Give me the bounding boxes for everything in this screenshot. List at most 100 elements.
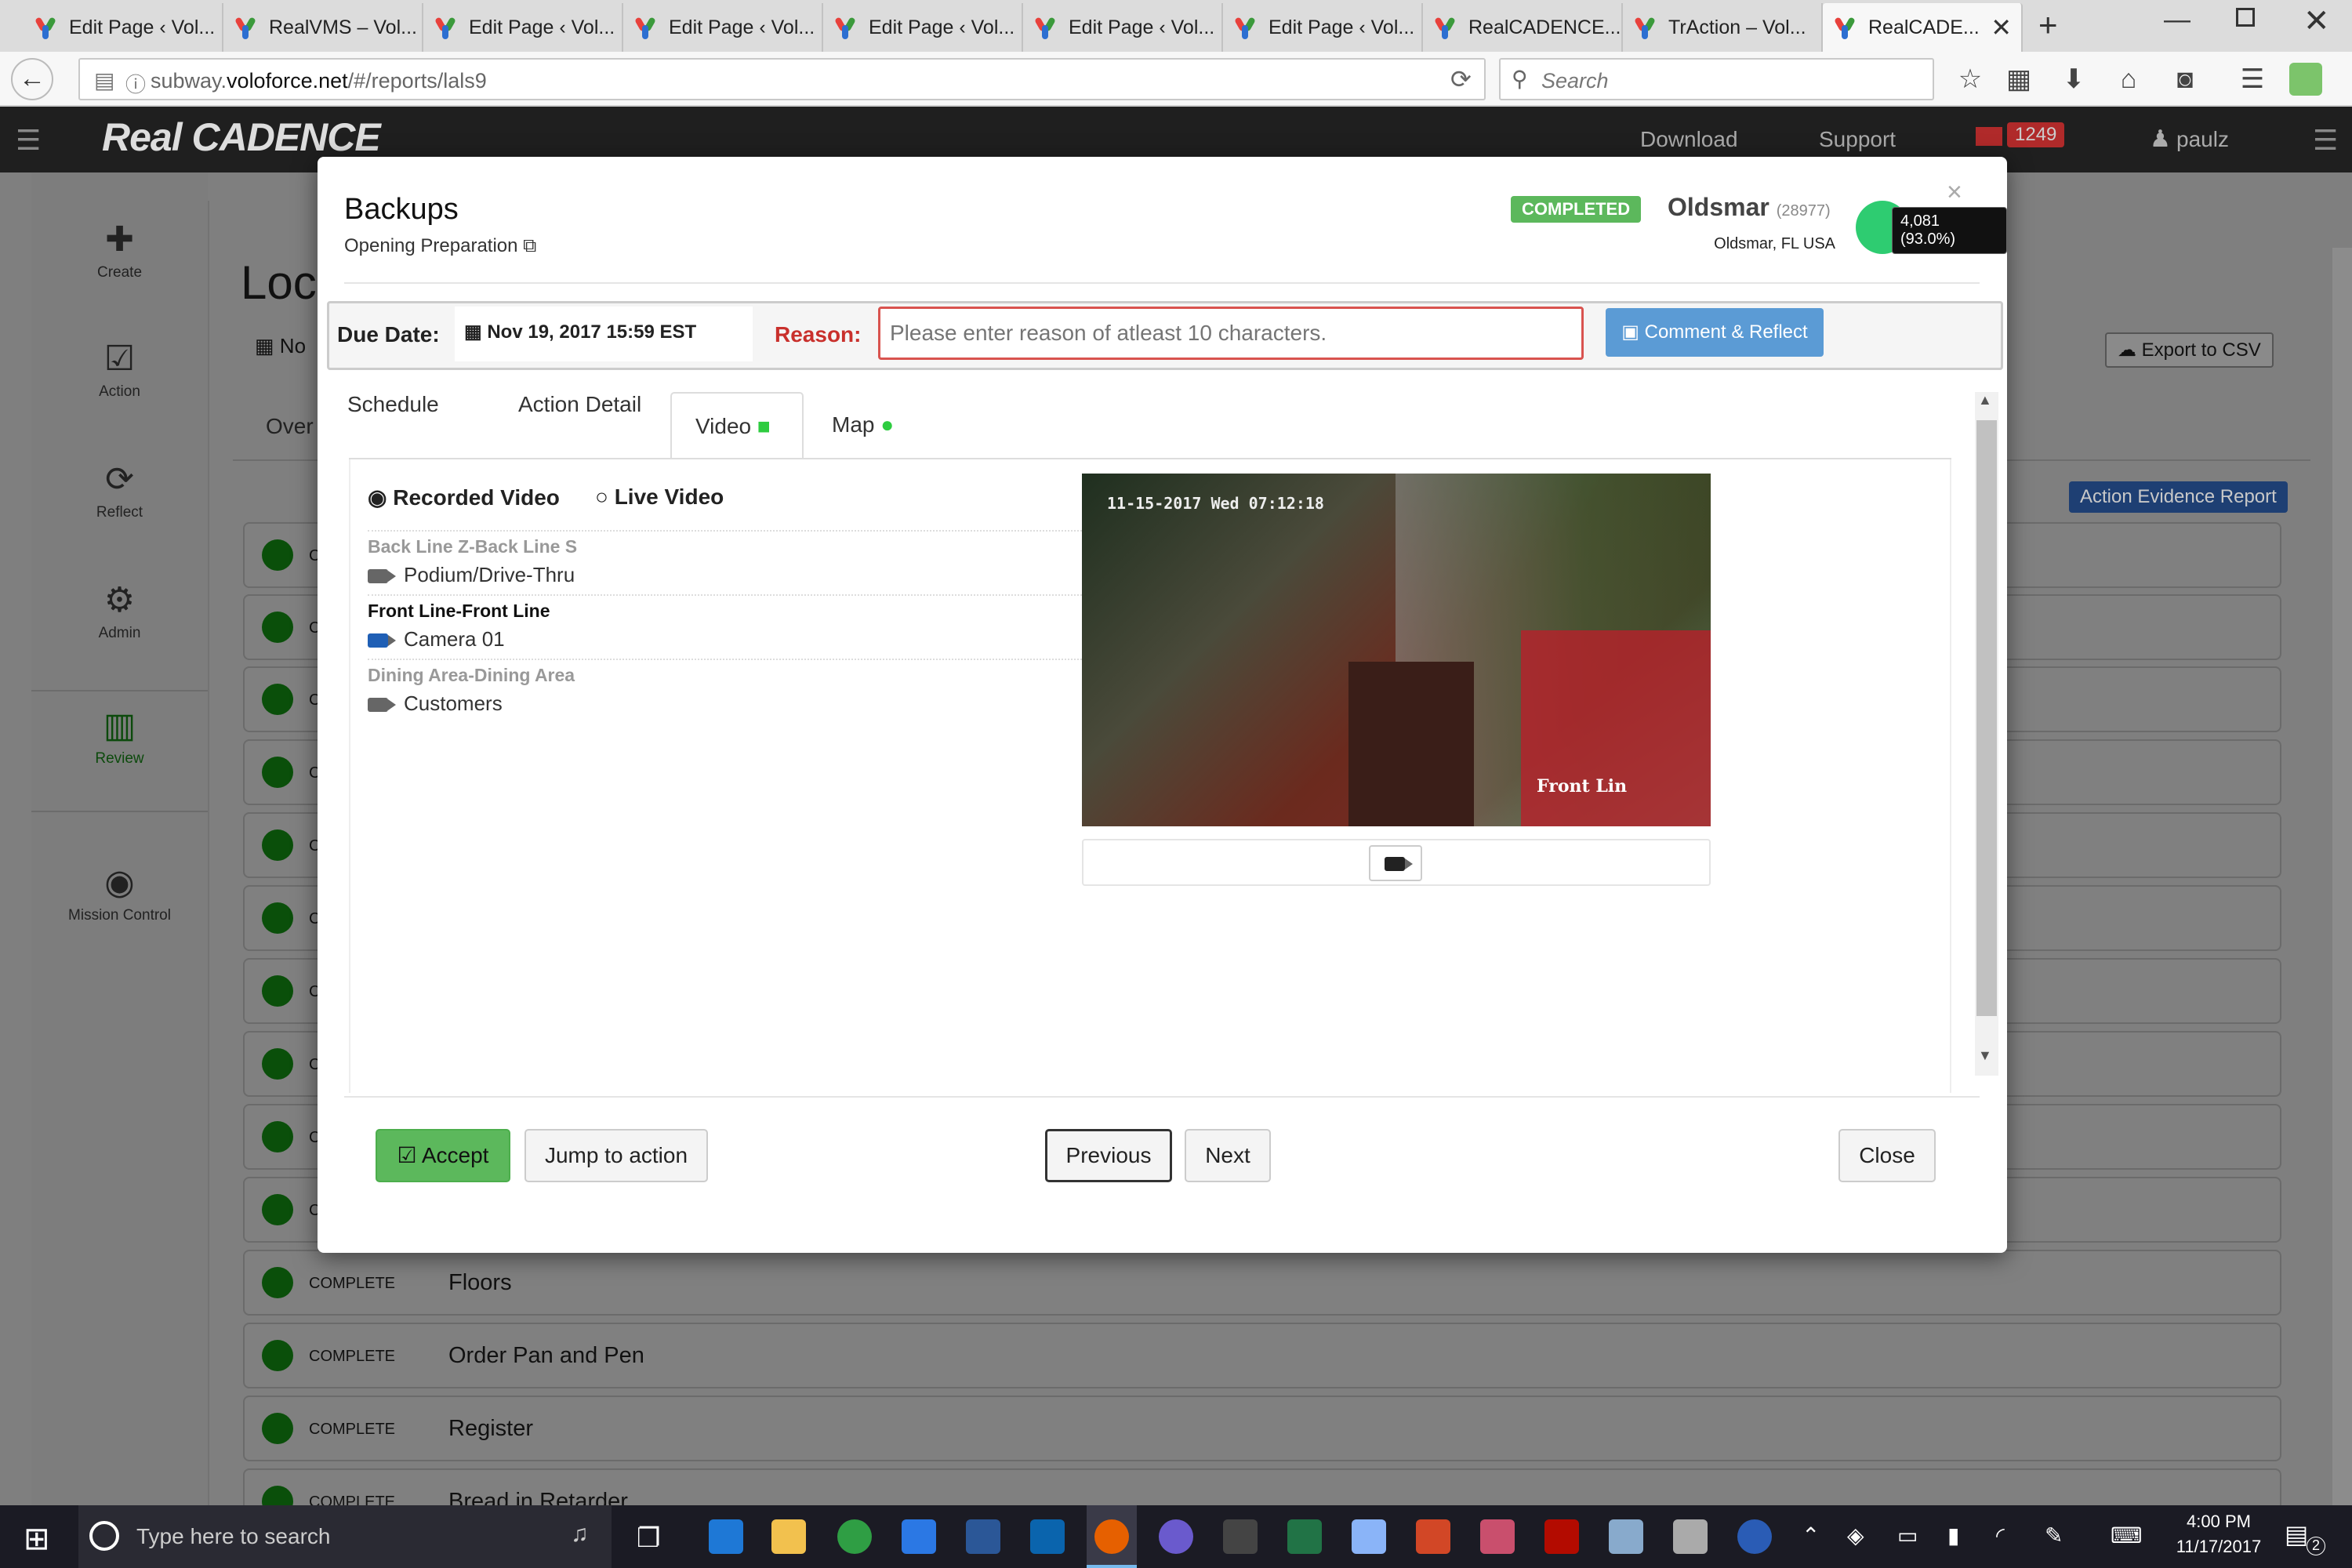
- browser-tab[interactable]: Edit Page ‹ Vol...: [823, 3, 1023, 52]
- action-evidence-report-button[interactable]: Action Evidence Report: [2069, 481, 2288, 513]
- modal-close-x[interactable]: ×: [1947, 177, 1962, 208]
- bookmark-star-icon[interactable]: ☆: [1951, 60, 1990, 99]
- word-icon[interactable]: [966, 1519, 1000, 1554]
- browser-tab[interactable]: Edit Page ‹ Vol...: [1223, 3, 1423, 52]
- app-icon[interactable]: [1609, 1519, 1643, 1554]
- browser-tab[interactable]: Edit Page ‹ Vol...: [1023, 3, 1223, 52]
- support-link[interactable]: Support: [1819, 127, 1896, 152]
- page-info-icon[interactable]: ▤: [94, 67, 114, 93]
- app-icon[interactable]: [1159, 1519, 1193, 1554]
- tray-icon[interactable]: ▭: [1897, 1523, 1918, 1548]
- tab-video[interactable]: Video ■: [670, 392, 804, 459]
- radio-recorded-video[interactable]: ◉ Recorded Video: [368, 485, 560, 510]
- browser-tab[interactable]: Edit Page ‹ Vol...: [423, 3, 623, 52]
- video-player[interactable]: 11-15-2017 Wed 07:12:18 Front Lin: [1082, 474, 1711, 826]
- acrobat-icon[interactable]: [1544, 1519, 1579, 1554]
- reload-icon[interactable]: ⟳: [1450, 64, 1472, 94]
- tab-action-detail[interactable]: Action Detail: [518, 392, 641, 417]
- sidebar-item-mission-control[interactable]: ◉ Mission Control: [31, 862, 208, 924]
- list-item[interactable]: COMPLETE Register: [243, 1396, 2281, 1461]
- app-icon[interactable]: [1480, 1519, 1515, 1554]
- browser-tab[interactable]: Edit Page ‹ Vol...: [623, 3, 823, 52]
- chrome-icon[interactable]: [837, 1519, 872, 1554]
- extension-icon[interactable]: [2289, 63, 2322, 96]
- comment-reflect-button[interactable]: ▣ Comment & Reflect: [1606, 308, 1824, 357]
- pocket-icon[interactable]: ◙: [2165, 60, 2205, 99]
- app-icon[interactable]: [1737, 1519, 1772, 1554]
- reading-list-icon[interactable]: ▦: [1999, 60, 2038, 99]
- due-date-field[interactable]: ▦ Nov 19, 2017 15:59 EST: [455, 307, 753, 361]
- accept-button[interactable]: ☑ Accept: [376, 1129, 510, 1182]
- info-icon[interactable]: ⓘ: [125, 69, 146, 98]
- store-icon[interactable]: [902, 1519, 936, 1554]
- scrollbar-thumb[interactable]: [1976, 420, 1997, 1016]
- keyboard-icon[interactable]: ⌨: [2111, 1523, 2142, 1548]
- windows-start-icon[interactable]: ⊞: [24, 1521, 50, 1557]
- next-button[interactable]: Next: [1185, 1129, 1271, 1182]
- battery-icon[interactable]: ▮: [1947, 1523, 1959, 1548]
- previous-button[interactable]: Previous: [1045, 1129, 1172, 1182]
- app-icon[interactable]: [1352, 1519, 1386, 1554]
- export-csv-button[interactable]: ☁ Export to CSV: [2105, 332, 2274, 368]
- tab-schedule[interactable]: Schedule: [347, 392, 439, 417]
- powerpoint-icon[interactable]: [1416, 1519, 1450, 1554]
- browser-search-box[interactable]: ⚲ Search: [1499, 58, 1934, 100]
- list-item[interactable]: COMPLETE Bread in Retarder: [243, 1468, 2281, 1505]
- minimize-icon[interactable]: —: [2164, 5, 2190, 35]
- hamburger-icon[interactable]: ☰: [16, 124, 41, 157]
- tray-chevron-icon[interactable]: ⌃: [1802, 1523, 1820, 1548]
- notifications-icon[interactable]: ▤: [2285, 1519, 2308, 1549]
- excel-icon[interactable]: [1287, 1519, 1322, 1554]
- firefox-icon[interactable]: [1094, 1519, 1129, 1554]
- user-menu[interactable]: paulz: [2176, 127, 2229, 152]
- tray-icon[interactable]: ◈: [1847, 1523, 1864, 1548]
- sidebar-item-action[interactable]: ☑ Action: [31, 339, 208, 401]
- list-item[interactable]: COMPLETE Floors: [243, 1250, 2281, 1316]
- reason-input[interactable]: [878, 307, 1584, 360]
- camera-item[interactable]: Customers: [368, 691, 503, 716]
- sidebar-item-review[interactable]: ▥ Review: [31, 690, 208, 812]
- tab-map[interactable]: Map ●: [832, 412, 894, 437]
- home-icon[interactable]: ⌂: [2109, 60, 2148, 99]
- edge-icon[interactable]: [709, 1519, 743, 1554]
- page-scrollbar[interactable]: [2332, 248, 2352, 1505]
- pen-icon[interactable]: ✎: [2045, 1523, 2063, 1548]
- tab-overview[interactable]: Over: [266, 414, 314, 439]
- wifi-icon[interactable]: ◜: [1996, 1523, 2005, 1548]
- file-explorer-icon[interactable]: [771, 1519, 806, 1554]
- modal-scrollbar[interactable]: ▲ ▼: [1975, 392, 1998, 1076]
- outlook-icon[interactable]: [1030, 1519, 1065, 1554]
- sidebar-item-admin[interactable]: ⚙ Admin: [31, 580, 208, 642]
- sidebar-item-create[interactable]: ✚ Create: [31, 220, 208, 281]
- taskbar-search-box[interactable]: Type here to search ♫: [78, 1505, 612, 1568]
- browser-tab[interactable]: Edit Page ‹ Vol...: [24, 3, 223, 52]
- jump-to-action-button[interactable]: Jump to action: [524, 1129, 708, 1182]
- clock[interactable]: 4:00 PM 11/17/2017: [2172, 1512, 2266, 1557]
- radio-live-video[interactable]: ○ Live Video: [595, 485, 724, 510]
- back-icon[interactable]: ←: [11, 58, 53, 100]
- browser-tab[interactable]: RealVMS – Vol...: [223, 3, 423, 52]
- scroll-up-icon[interactable]: ▲: [1978, 392, 1992, 408]
- restore-icon[interactable]: [2236, 8, 2255, 27]
- browser-tab[interactable]: TrAction – Vol...: [1623, 3, 1823, 52]
- camera-toggle-button[interactable]: [1369, 845, 1422, 881]
- mail-icon[interactable]: [1976, 127, 2002, 146]
- browser-tab[interactable]: RealCADENCE...: [1423, 3, 1623, 52]
- modal-subtitle-link[interactable]: Opening Preparation ⧉: [344, 235, 536, 257]
- new-tab-icon[interactable]: +: [2038, 6, 2058, 44]
- list-item[interactable]: COMPLETE Order Pan and Pen: [243, 1323, 2281, 1388]
- url-bar[interactable]: ▤ ⓘ subway.voloforce.net/#/reports/lals9…: [78, 58, 1486, 100]
- browser-tab-active[interactable]: RealCADE... ✕: [1823, 3, 2023, 52]
- menu-icon[interactable]: ☰: [2233, 60, 2272, 99]
- download-link[interactable]: Download: [1640, 127, 1738, 152]
- app-icon[interactable]: [1223, 1519, 1258, 1554]
- app-icon[interactable]: [1673, 1519, 1708, 1554]
- microphone-icon[interactable]: ♫: [571, 1521, 589, 1548]
- camera-item[interactable]: Podium/Drive-Thru: [368, 563, 575, 587]
- close-tab-icon[interactable]: ✕: [1991, 13, 2012, 42]
- sidebar-item-reflect[interactable]: ⟳ Reflect: [31, 459, 208, 521]
- task-view-icon[interactable]: ❐: [637, 1523, 660, 1554]
- window-close-icon[interactable]: ✕: [2303, 3, 2330, 39]
- download-icon[interactable]: ⬇: [2054, 60, 2093, 99]
- close-button[interactable]: Close: [1838, 1129, 1936, 1182]
